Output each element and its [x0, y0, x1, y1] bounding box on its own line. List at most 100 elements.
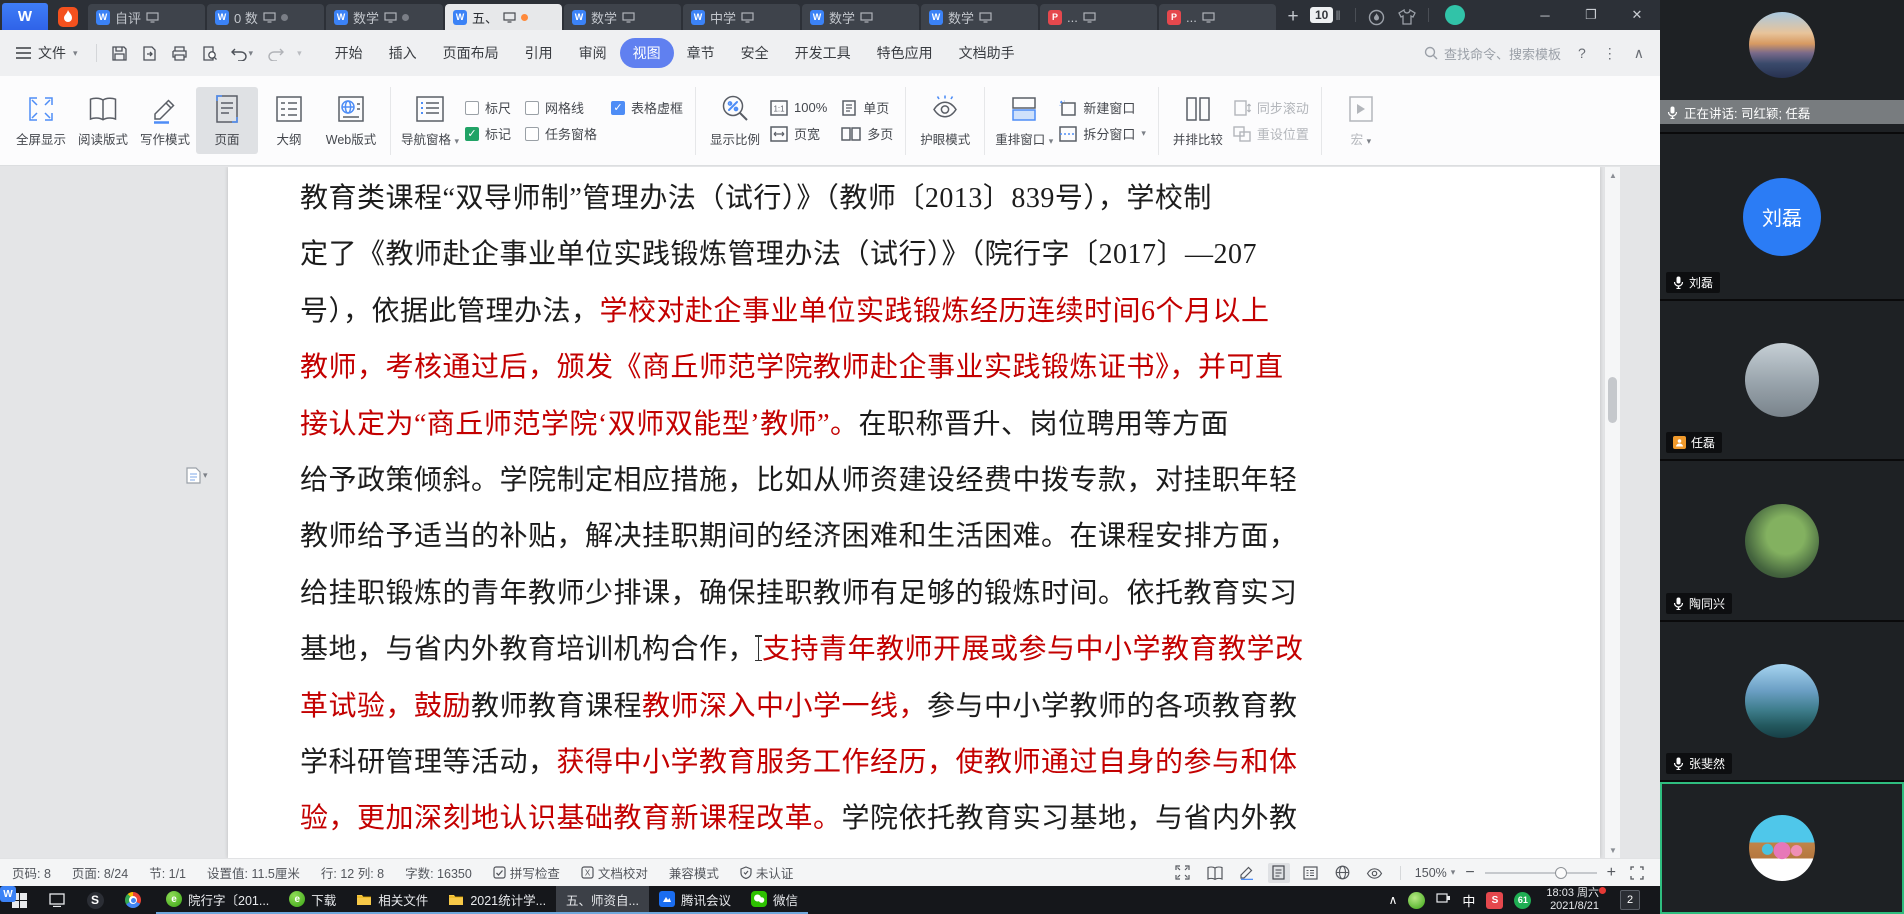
document-tab[interactable]: W 自评 — [88, 4, 205, 30]
document-line[interactable]: 号），依据此管理办法，学校对赴企事业单位实践锻炼经历连续时间6个月以上 — [300, 284, 1360, 340]
document-line[interactable]: 验，更加深刻地认识基础教育新课程改革。学院依托教育实习基地，与省内外教 — [300, 791, 1360, 847]
user-avatar[interactable] — [1444, 5, 1465, 25]
notification-count-icon[interactable]: 2 — [1620, 890, 1640, 910]
ribbon-button[interactable]: 页面 — [196, 87, 258, 154]
status-item[interactable]: 节: 1/1 — [149, 863, 186, 882]
document-tab[interactable]: W 中学 — [683, 4, 800, 30]
document-line[interactable]: 教师，考核通过后，颁发《商丘师范学院教师赴企事业实践锻炼证书》，并可直 — [300, 340, 1360, 396]
input-method-icon[interactable]: 中 — [1462, 891, 1475, 910]
fit-page-icon[interactable] — [1626, 863, 1648, 883]
taskbar-app-2[interactable]: 相关文件 — [346, 886, 439, 914]
save-icon[interactable] — [111, 45, 128, 62]
document-tab[interactable]: P ... — [1159, 4, 1276, 30]
taskbar-app-0[interactable]: e 院行字〔201... — [156, 886, 280, 914]
taskbar-clock[interactable]: 18:03 周六 2021/8/21 — [1546, 887, 1606, 913]
new-tab-button[interactable]: + — [1278, 4, 1308, 30]
status-item[interactable]: 拼写检查 — [493, 863, 560, 882]
menu-tab-9[interactable]: 特色应用 — [864, 38, 946, 68]
more-commands-icon[interactable]: ▾ — [297, 48, 302, 59]
taskbar-app-3[interactable]: 2021统计学... — [438, 886, 557, 914]
task-view-button[interactable] — [38, 886, 76, 914]
status-item[interactable]: 字数: 16350 — [405, 863, 472, 882]
taskbar-app-4[interactable]: W 五、师资自... — [0, 886, 649, 914]
ribbon-button[interactable]: Web版式 — [320, 87, 382, 154]
minimize-button[interactable]: ─ — [1522, 0, 1568, 30]
menu-tab-7[interactable]: 安全 — [728, 38, 782, 68]
taskbar-app-6[interactable]: 微信 — [740, 886, 808, 914]
promotion-icon[interactable] — [1362, 4, 1392, 30]
checkbox-4[interactable]: ✓ 表格虚框 — [611, 98, 683, 117]
write-mode-icon[interactable] — [1236, 863, 1258, 883]
status-item[interactable]: X 文档校对 — [581, 863, 648, 882]
status-item[interactable]: 行: 12 列: 8 — [321, 863, 384, 882]
status-item[interactable]: 未认证 — [740, 863, 793, 882]
tab-count-badge[interactable]: 10 — [1310, 7, 1334, 23]
document-tab[interactable]: P ... — [1040, 4, 1157, 30]
fullscreen-view-icon[interactable] — [1172, 863, 1194, 883]
status-item[interactable]: 页码: 8 — [12, 863, 51, 882]
zoom-level[interactable]: 150% ▾ — [1415, 866, 1456, 880]
document-line[interactable]: 定了《教师赴企事业单位实践锻炼管理办法（试行）》（院行字〔2017〕—207 — [300, 227, 1360, 283]
ribbon-button[interactable]: 阅读版式 — [72, 87, 134, 154]
checkbox-icon[interactable] — [525, 126, 540, 141]
ribbon-small-button[interactable]: 多页 — [841, 124, 893, 143]
collapse-ribbon-icon[interactable]: ∧ — [1634, 45, 1644, 62]
document-page[interactable]: 教育类课程“双导师制”管理办法（试行）》（教师〔2013〕839号），学校制 定… — [228, 167, 1600, 858]
checkbox-1[interactable]: ✓ 标记 — [465, 124, 511, 143]
taskbar-app-1[interactable]: e 下载 — [279, 886, 347, 914]
checkbox-icon[interactable] — [465, 100, 479, 115]
participant-tile-1[interactable]: 刘磊 刘磊 — [1660, 134, 1904, 301]
scrollbar-thumb[interactable] — [1608, 377, 1617, 423]
zoom-out-button[interactable]: − — [1465, 864, 1474, 882]
document-line[interactable]: 教师给予适当的补贴，解决挂职期间的经济困难和生活困难。在课程安排方面， — [300, 509, 1360, 565]
menu-tab-8[interactable]: 开发工具 — [782, 38, 864, 68]
ribbon-button[interactable]: 并排比较 — [1167, 87, 1229, 154]
vertical-scrollbar[interactable]: ▲ ▼ — [1604, 167, 1620, 858]
tray-expand-icon[interactable]: ∧ — [1389, 893, 1398, 907]
status-item[interactable]: 兼容模式 — [669, 863, 719, 882]
nav-pane-button[interactable]: 导航窗格 ▾ — [399, 87, 461, 154]
document-tab[interactable]: W 数学 — [802, 4, 919, 30]
checkbox-2[interactable]: 网格线 — [525, 98, 597, 117]
participant-tile-3[interactable]: 陶同兴 — [1660, 461, 1904, 622]
participant-tile-0[interactable]: 正在讲话: 司红颖; 任磊 — [1660, 0, 1904, 134]
docer-button[interactable] — [48, 3, 88, 30]
ribbon-small-button[interactable]: 单页 — [841, 98, 893, 117]
ribbon-button[interactable]: 大纲 — [258, 87, 320, 154]
menu-tab-0[interactable]: 开始 — [322, 38, 376, 68]
ribbon-small-button[interactable]: 拆分窗口 ▾ — [1059, 124, 1146, 143]
close-button[interactable]: ✕ — [1614, 0, 1660, 30]
maximize-button[interactable]: ❐ — [1568, 0, 1614, 30]
document-line[interactable]: 给挂职锻炼的青年教师少排课，确保挂职教师有足够的锻炼时间。依托教育实习 — [300, 566, 1360, 622]
participant-tile-2[interactable]: 任磊 — [1660, 301, 1904, 461]
scroll-down-icon[interactable]: ▼ — [1605, 842, 1621, 858]
skin-icon[interactable] — [1392, 4, 1422, 30]
ribbon-small-button[interactable]: 重设位置 — [1233, 124, 1309, 143]
document-line[interactable]: 学科研管理等活动，获得中小学教育服务工作经历，使教师通过自身的参与和体 — [300, 735, 1360, 791]
margin-comment-icon[interactable]: ▾ — [186, 467, 208, 484]
menu-tab-1[interactable]: 插入 — [376, 38, 430, 68]
sogou-tray-icon[interactable]: S — [1486, 891, 1504, 909]
tab-list-icon[interactable]: ‖ — [1335, 8, 1340, 23]
ribbon-small-button[interactable]: 1:1 100% — [770, 99, 827, 116]
menu-tab-10[interactable]: 文档助手 — [946, 38, 1028, 68]
document-tab[interactable]: W 五、 — [445, 4, 562, 30]
menu-tab-6[interactable]: 章节 — [674, 38, 728, 68]
document-tab[interactable]: W 0 数 — [207, 4, 324, 30]
checkbox-icon[interactable] — [525, 100, 540, 115]
ribbon-button[interactable]: 写作模式 — [134, 87, 196, 154]
read-mode-icon[interactable] — [1204, 863, 1226, 883]
undo-icon[interactable]: ▾ — [230, 46, 253, 61]
ribbon-small-button[interactable]: 新建窗口 — [1059, 98, 1146, 117]
print-icon[interactable] — [171, 45, 188, 62]
document-line[interactable]: 给予政策倾斜。学院制定相应措施，比如从师资建设经费中拨专款，对挂职年轻 — [300, 453, 1360, 509]
status-item[interactable]: 设置值: 11.5厘米 — [207, 863, 300, 882]
document-line[interactable]: 基地，与省内外教育培训机构合作， 支持青年教师开展或参与中小学教育教学改 — [300, 622, 1360, 678]
zoom-in-button[interactable]: + — [1607, 864, 1616, 882]
help-icon[interactable]: ? — [1578, 45, 1586, 61]
ribbon-button[interactable]: 护眼模式 — [914, 87, 976, 154]
ribbon-small-button[interactable]: 同步滚动 — [1233, 98, 1309, 117]
checkbox-3[interactable]: 任务窗格 — [525, 124, 597, 143]
security-tray-icon[interactable] — [1408, 891, 1426, 909]
export-icon[interactable] — [141, 45, 158, 62]
